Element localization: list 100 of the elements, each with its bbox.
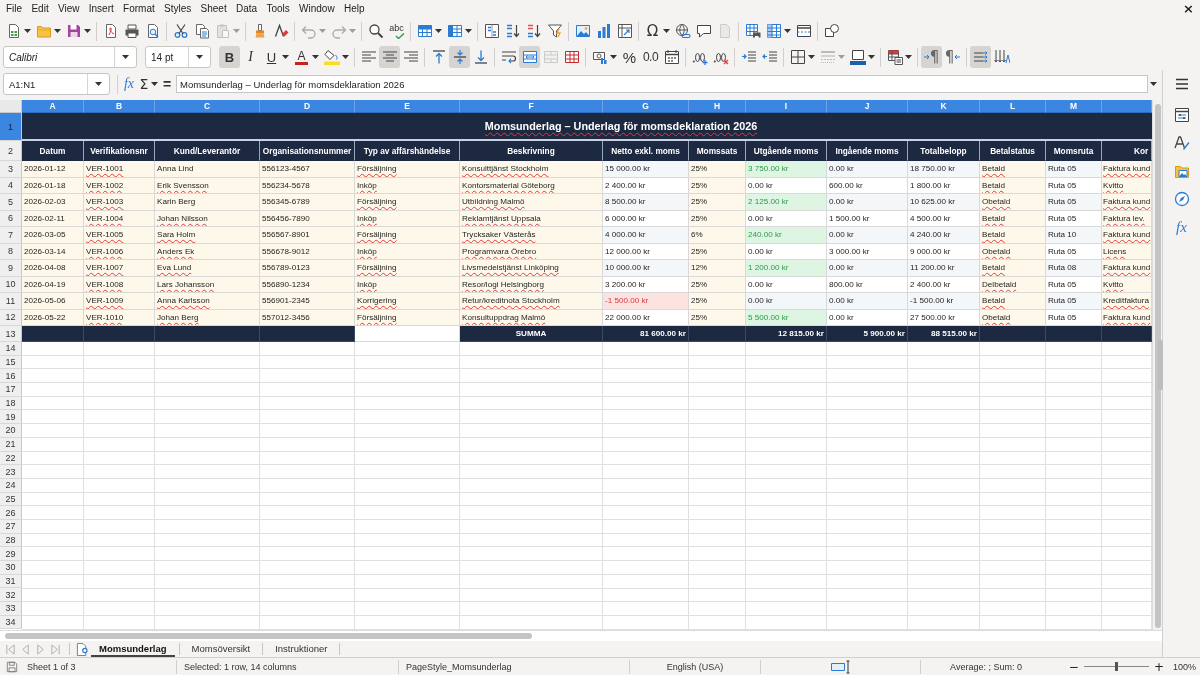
insert-row-icon[interactable] [416, 23, 433, 39]
sheet-tab[interactable]: Instruktioner [267, 641, 336, 657]
sidebar-handle[interactable] [1158, 340, 1163, 390]
column-header[interactable]: F [460, 100, 603, 113]
row-header[interactable]: 29 [0, 547, 22, 561]
scrollbar-thumb[interactable] [1154, 104, 1161, 628]
menu-item[interactable]: Window [295, 1, 339, 17]
row-header[interactable]: 5 [0, 194, 22, 211]
column-header[interactable]: C [155, 100, 260, 113]
vertical-text-icon[interactable] [993, 49, 1010, 65]
properties-icon[interactable] [1173, 107, 1190, 123]
slider-thumb[interactable] [1114, 662, 1118, 671]
row-header[interactable]: 16 [0, 369, 22, 384]
split-cells-icon[interactable] [563, 49, 580, 65]
pivot-table-icon[interactable] [616, 23, 633, 39]
formula-input[interactable]: Momsunderlag – Underlag för momsdeklaration 2026 [176, 75, 1148, 93]
bar-chart-icon[interactable] [595, 23, 612, 39]
zoom-in-button[interactable]: + [1150, 659, 1167, 674]
column-header[interactable]: E [355, 100, 460, 113]
caret-icon[interactable] [151, 82, 158, 86]
align-middle-button[interactable] [449, 46, 470, 68]
formula-button[interactable]: = [160, 73, 174, 95]
currency-format-icon[interactable] [591, 49, 608, 65]
sort-icon[interactable] [483, 23, 500, 39]
menu-item[interactable]: Insert [84, 1, 118, 17]
caret-icon[interactable] [808, 55, 815, 59]
decrease-indent-icon[interactable] [761, 49, 778, 65]
caret-icon[interactable] [196, 55, 203, 59]
filter-icon[interactable] [546, 23, 563, 39]
increase-indent-icon[interactable] [740, 49, 757, 65]
caret-icon[interactable] [610, 55, 617, 59]
bold-button[interactable]: B [219, 46, 240, 68]
menu-icon[interactable] [1173, 76, 1190, 92]
floppy-disk-icon[interactable] [6, 660, 18, 673]
menu-item[interactable]: View [53, 1, 84, 17]
eraser-icon[interactable] [272, 23, 289, 39]
sum-button[interactable]: Σ [137, 73, 151, 95]
insert-column-icon[interactable] [446, 23, 463, 39]
cut-icon[interactable] [172, 23, 189, 39]
menu-item[interactable]: Format [119, 1, 159, 17]
gallery-icon[interactable] [1173, 163, 1190, 179]
row-header[interactable]: 1 [0, 113, 22, 141]
row-header[interactable]: 32 [0, 588, 22, 603]
save-icon[interactable] [65, 23, 82, 39]
add-sheet-icon[interactable] [76, 641, 89, 657]
row-header[interactable]: 23 [0, 465, 22, 479]
row-header[interactable]: 26 [0, 506, 22, 520]
conditional-format-icon[interactable] [886, 49, 903, 65]
caret-icon[interactable] [1150, 82, 1157, 86]
row-header[interactable]: 20 [0, 424, 22, 438]
special-character-button[interactable]: Ω [642, 20, 663, 42]
row-header[interactable]: 7 [0, 227, 22, 244]
column-header[interactable]: G [603, 100, 689, 113]
menu-item[interactable]: Styles [160, 1, 196, 17]
calendar-icon[interactable] [663, 49, 680, 65]
row-header[interactable]: 17 [0, 383, 22, 397]
name-box[interactable]: A1:N1 [3, 73, 110, 95]
caret-icon[interactable] [24, 29, 31, 33]
sort-ascending-icon[interactable] [504, 23, 521, 39]
copy-icon[interactable] [193, 23, 210, 39]
highlighter-icon[interactable] [323, 49, 340, 65]
caret-icon[interactable] [663, 29, 670, 33]
caret-icon[interactable] [435, 29, 442, 33]
caret-icon[interactable] [282, 55, 289, 59]
caret-icon[interactable] [122, 55, 129, 59]
column-header[interactable]: I [746, 100, 827, 113]
sheet-tab[interactable]: Momsunderlag [91, 641, 175, 657]
scrollbar-thumb[interactable] [5, 633, 532, 639]
menu-item[interactable]: Tools [262, 1, 294, 17]
caret-icon[interactable] [312, 55, 319, 59]
styles-icon[interactable] [1173, 135, 1190, 151]
caret-icon[interactable] [868, 55, 875, 59]
header-row-icon[interactable] [795, 23, 812, 39]
column-header[interactable]: L [980, 100, 1046, 113]
zoom-out-button[interactable]: − [1065, 659, 1082, 674]
column-header[interactable]: A [22, 100, 84, 113]
comment-icon[interactable] [695, 23, 712, 39]
sheet-tab[interactable]: Momsöversikt [183, 641, 259, 657]
caret-icon[interactable] [465, 29, 472, 33]
shapes-icon[interactable] [823, 23, 840, 39]
menu-item[interactable]: Sheet [196, 1, 231, 17]
menu-item[interactable]: Edit [27, 1, 53, 17]
caret-icon[interactable] [905, 55, 912, 59]
caret-icon[interactable] [784, 29, 791, 33]
caret-icon[interactable] [95, 82, 102, 86]
row-header[interactable]: 3 [0, 161, 22, 178]
column-header[interactable]: H [689, 100, 746, 113]
close-button[interactable]: × [1181, 2, 1196, 16]
rectangle-cursor-icon[interactable] [830, 659, 851, 674]
italic-button[interactable]: I [240, 46, 261, 68]
borders-icon[interactable] [789, 49, 806, 65]
row-header[interactable]: 9 [0, 260, 22, 277]
column-header[interactable]: M [1046, 100, 1102, 113]
row-header[interactable]: 14 [0, 342, 22, 356]
caret-icon[interactable] [54, 29, 61, 33]
compass-icon[interactable] [1173, 191, 1190, 207]
row-header[interactable]: 30 [0, 561, 22, 575]
print-area-icon[interactable] [744, 23, 761, 39]
search-icon[interactable] [367, 23, 384, 39]
caret-icon[interactable] [84, 29, 91, 33]
